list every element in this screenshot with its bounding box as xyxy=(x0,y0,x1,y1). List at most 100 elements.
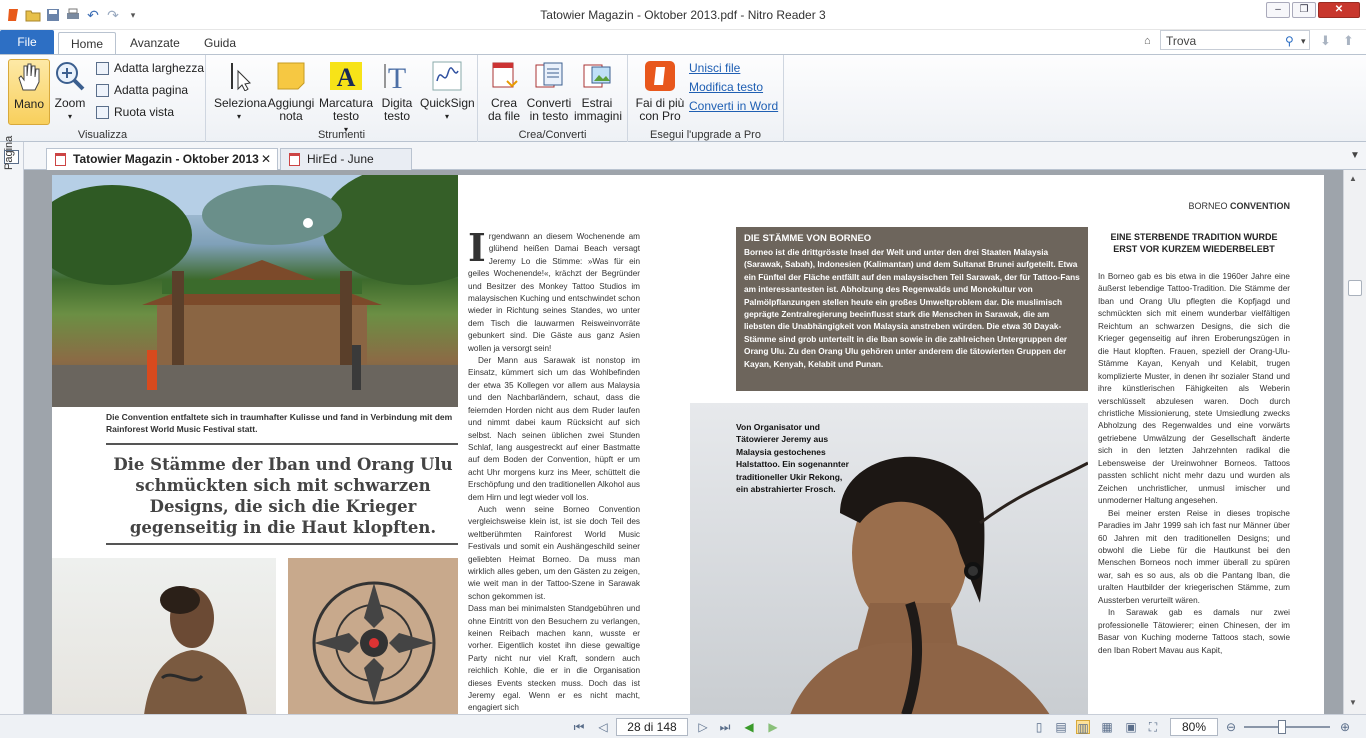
sticky-note-icon xyxy=(275,59,307,93)
caption-convention: Die Convention entfaltete sich in traumh… xyxy=(106,412,453,434)
search-icon[interactable]: ⚲ xyxy=(1285,34,1294,48)
facing-continuous-icon[interactable]: ▦ xyxy=(1100,720,1114,734)
fullscreen-icon[interactable]: ⛶ xyxy=(1146,720,1160,734)
zoom-in-icon[interactable]: ⊕ xyxy=(1338,720,1352,734)
adatta-larghezza-button[interactable]: Adatta larghezza xyxy=(96,61,204,75)
tab-list-dropdown-icon[interactable]: ▼ xyxy=(1350,150,1360,161)
crea-da-file-button[interactable]: Crea da file xyxy=(484,59,524,123)
fit-page-view-icon[interactable]: ▣ xyxy=(1124,720,1138,734)
quicksign-dropdown-icon: ▾ xyxy=(444,112,449,121)
pdf-icon xyxy=(55,153,66,166)
page-header: BORNEO CONVENTION xyxy=(1188,201,1290,211)
back-view-icon[interactable]: ◀ xyxy=(742,720,756,734)
adatta-pagina-button[interactable]: Adatta pagina xyxy=(96,83,188,97)
zoom-slider-thumb[interactable] xyxy=(1278,720,1286,734)
doc-tab-tatowier[interactable]: Tatowier Magazin - Oktober 2013 ✕ xyxy=(46,148,278,170)
document-viewer[interactable]: Die Convention entfaltete sich in traumh… xyxy=(24,170,1343,714)
zoom-button[interactable]: Zoom ▾ xyxy=(52,59,88,123)
last-page-icon[interactable]: ⏭ xyxy=(718,720,732,734)
file-tab[interactable]: File xyxy=(0,30,54,54)
type-text-icon: T xyxy=(381,59,413,93)
modifica-testo-link[interactable]: Modifica testo xyxy=(689,80,763,94)
next-page-icon[interactable]: ▷ xyxy=(696,720,710,734)
vertical-scrollbar[interactable]: ▲ ▼ xyxy=(1343,170,1366,714)
first-page-icon[interactable]: ⏮ xyxy=(572,720,586,734)
group-upgrade: Fai di più con Pro Unisci file Modifica … xyxy=(628,55,784,143)
tab-guida[interactable]: Guida xyxy=(192,32,248,54)
zoom-icon xyxy=(54,59,86,93)
ruota-vista-button[interactable]: Ruota vista xyxy=(96,105,174,119)
convert-text-icon xyxy=(533,59,565,93)
seleziona-button[interactable]: Seleziona ▾ xyxy=(214,59,267,123)
unisci-file-link[interactable]: Unisci file xyxy=(689,61,740,75)
seleziona-dropdown-icon: ▾ xyxy=(236,112,241,121)
photo-flower-tattoo xyxy=(288,558,458,714)
quicksign-button[interactable]: QuickSign ▾ xyxy=(420,59,475,123)
right-text-column: In Borneo gab es bis etwa in die 1960er … xyxy=(1098,272,1290,655)
info-box-text: Borneo ist die drittgrösste Insel der We… xyxy=(744,247,1080,369)
side-panel xyxy=(0,142,24,714)
prev-page-icon[interactable]: ◁ xyxy=(596,720,610,734)
scroll-thumb[interactable] xyxy=(1348,280,1362,296)
pullquote: Die Stämme der Iban und Orang Ulu schmüc… xyxy=(113,455,453,537)
tab-home[interactable]: Home xyxy=(58,32,117,54)
rotate-icon xyxy=(96,105,109,119)
estrai-immagini-button[interactable]: Estrai immagini xyxy=(574,59,622,123)
info-box-title: DIE STÄMME VON BORNEO xyxy=(744,233,872,244)
facing-pages-icon[interactable]: ▥ xyxy=(1076,720,1090,735)
aggiungi-nota-button[interactable]: Aggiungi nota xyxy=(266,59,316,123)
photo-tattooed-man-back xyxy=(52,558,276,714)
converti-word-link[interactable]: Converti in Word xyxy=(689,99,778,113)
page-number-input[interactable]: 28 di 148 xyxy=(616,718,688,736)
zoom-out-icon[interactable]: ⊖ xyxy=(1224,720,1238,734)
pagina-panel-tab[interactable]: Pagina xyxy=(3,136,15,170)
caption-neck-tattoo: Von Organisator und Tätowierer Jeremy au… xyxy=(736,422,849,495)
minimize-button[interactable]: – xyxy=(1266,2,1290,18)
collapse-ribbon-icon[interactable]: ⌂ xyxy=(1144,35,1151,47)
svg-text:T: T xyxy=(388,62,406,92)
doc-tab-hired[interactable]: HirEd - June 2013 xyxy=(280,148,412,187)
left-text-column: Irgendwann an diesem Wochenende am glühe… xyxy=(468,225,640,713)
highlight-text-icon: A xyxy=(330,59,362,93)
close-button[interactable]: ✕ xyxy=(1318,2,1360,18)
fit-page-icon xyxy=(96,83,109,97)
group-visualizza: Mano Zoom ▾ Adatta larghezza Adatta pagi… xyxy=(0,55,206,143)
scroll-down-icon[interactable]: ▼ xyxy=(1349,698,1357,707)
create-pdf-icon xyxy=(488,59,520,93)
search-input[interactable]: Trova ⚲ ▾ xyxy=(1160,30,1310,50)
page-right: BORNEO CONVENTION DIE STÄMME VON BORNEO … xyxy=(690,175,1324,714)
scroll-up-icon[interactable]: ▲ xyxy=(1349,174,1357,183)
dropcap: I xyxy=(468,225,486,270)
fai-di-piu-button[interactable]: Fai di più con Pro xyxy=(632,59,688,123)
nitro-pro-icon xyxy=(644,59,676,93)
single-page-icon[interactable]: ▯ xyxy=(1032,720,1046,734)
converti-in-testo-button[interactable]: Converti in testo xyxy=(526,59,572,123)
close-tab-icon[interactable]: ✕ xyxy=(261,149,271,170)
forward-view-icon[interactable]: ▶ xyxy=(766,720,780,734)
zoom-level-input[interactable]: 80% xyxy=(1170,718,1218,736)
mano-button[interactable]: Mano xyxy=(8,59,50,125)
search-options-icon[interactable]: ▾ xyxy=(1301,36,1306,47)
hand-icon xyxy=(13,60,45,94)
extract-images-icon xyxy=(581,59,613,93)
ribbon: Mano Zoom ▾ Adatta larghezza Adatta pagi… xyxy=(0,54,1366,143)
zoom-slider[interactable] xyxy=(1244,720,1330,734)
group-strumenti: Seleziona ▾ Aggiungi nota A Marcatura te… xyxy=(206,55,478,143)
fit-width-icon xyxy=(96,61,109,75)
svg-text:A: A xyxy=(337,63,356,92)
search-prev-icon[interactable]: ⬆ xyxy=(1343,33,1354,49)
status-bar: ⏮ ◁ 28 di 148 ▷ ⏭ ◀ ▶ ▯ ▤ ▥ ▦ ▣ ⛶ 80% ⊖ … xyxy=(0,714,1366,738)
pullquote-rule-top xyxy=(106,443,458,445)
page-left: Die Convention entfaltete sich in traumh… xyxy=(52,175,710,714)
pdf-icon xyxy=(289,153,300,166)
digita-testo-button[interactable]: T Digita testo xyxy=(376,59,418,123)
title-bar: ↶ ↷ ▾ Tatowier Magazin - Oktober 2013.pd… xyxy=(0,0,1366,30)
zoom-dropdown-icon: ▾ xyxy=(67,112,72,121)
info-box: DIE STÄMME VON BORNEO Borneo ist die dri… xyxy=(736,227,1088,391)
marcatura-testo-button[interactable]: A Marcatura testo ▾ xyxy=(318,59,374,136)
maximize-button[interactable]: ❐ xyxy=(1292,2,1316,18)
continuous-page-icon[interactable]: ▤ xyxy=(1054,720,1068,734)
search-next-icon[interactable]: ⬇ xyxy=(1320,33,1331,49)
right-headline: EINE STERBENDE TRADITION WURDE ERST VOR … xyxy=(1110,232,1278,254)
tab-avanzate[interactable]: Avanzate xyxy=(118,32,192,54)
